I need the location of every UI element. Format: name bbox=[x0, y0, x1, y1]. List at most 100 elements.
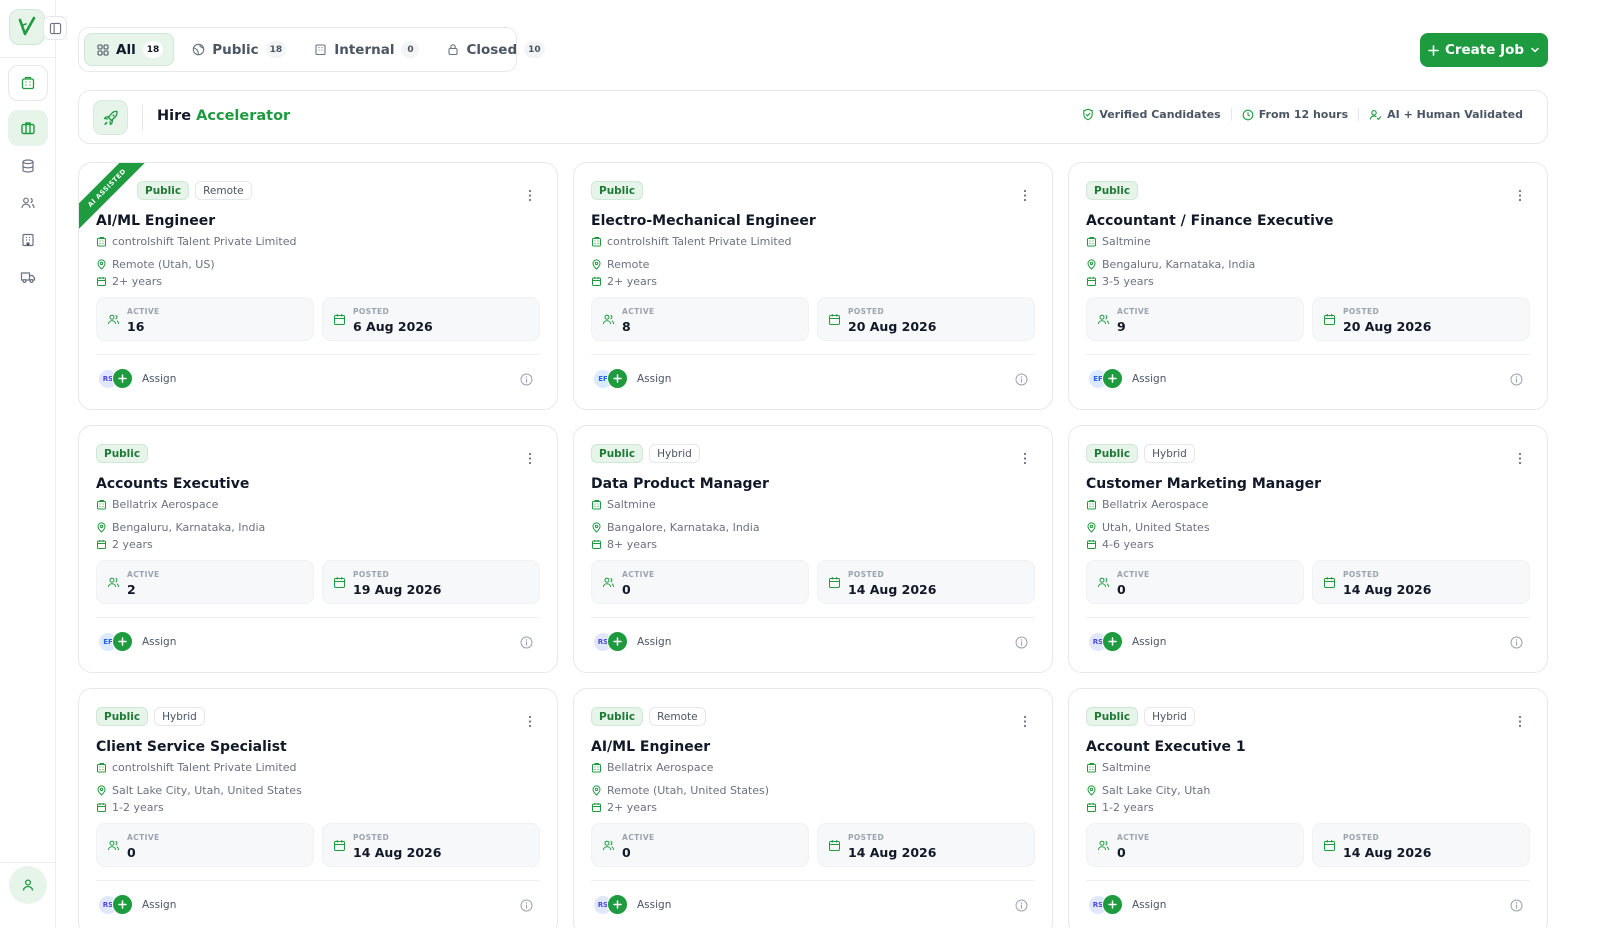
sidebar-toggle-button[interactable] bbox=[43, 16, 67, 40]
job-menu-button[interactable] bbox=[1513, 713, 1527, 729]
assign-add-button[interactable] bbox=[112, 894, 133, 915]
job-title[interactable]: Data Product Manager bbox=[591, 476, 769, 492]
tab-internal[interactable]: Internal 0 bbox=[302, 33, 429, 66]
info-icon bbox=[520, 636, 533, 649]
job-menu-button[interactable] bbox=[1018, 713, 1032, 729]
assign-label[interactable]: Assign bbox=[142, 899, 176, 911]
truck-icon bbox=[20, 272, 36, 284]
info-button[interactable] bbox=[1015, 371, 1028, 390]
job-title[interactable]: Account Executive 1 bbox=[1086, 739, 1246, 755]
job-title[interactable]: Electro-Mechanical Engineer bbox=[591, 213, 816, 229]
job-card[interactable]: Public Hybrid Customer Marketing Manager … bbox=[1068, 425, 1548, 673]
posted-label: POSTED bbox=[848, 570, 885, 579]
active-candidates-stat[interactable]: ACTIVE 0 bbox=[1086, 823, 1304, 867]
posted-label: POSTED bbox=[1343, 833, 1380, 842]
assign-add-button[interactable] bbox=[1102, 368, 1123, 389]
job-card[interactable]: Public Accounts Executive Bellatrix Aero… bbox=[78, 425, 558, 673]
work-mode-badge: Hybrid bbox=[649, 444, 700, 463]
job-card[interactable]: Public Accountant / Finance Executive Sa… bbox=[1068, 162, 1548, 410]
job-title[interactable]: AI/ML Engineer bbox=[591, 739, 710, 755]
active-candidates-stat[interactable]: ACTIVE 0 bbox=[591, 823, 809, 867]
info-button[interactable] bbox=[1510, 371, 1523, 390]
job-menu-button[interactable] bbox=[523, 187, 537, 203]
map-pin-icon bbox=[1087, 259, 1096, 270]
assign-label[interactable]: Assign bbox=[142, 373, 176, 385]
company-name: Saltmine bbox=[1102, 235, 1151, 248]
active-candidates-stat[interactable]: ACTIVE 0 bbox=[96, 823, 314, 867]
assign-add-button[interactable] bbox=[1102, 894, 1123, 915]
job-menu-button[interactable] bbox=[1513, 450, 1527, 466]
job-title[interactable]: Client Service Specialist bbox=[96, 739, 287, 755]
create-job-button[interactable]: Create Job bbox=[1420, 33, 1548, 67]
active-candidates-stat[interactable]: ACTIVE 8 bbox=[591, 297, 809, 341]
job-title[interactable]: Accountant / Finance Executive bbox=[1086, 213, 1334, 229]
company-name: Bellatrix Aerospace bbox=[607, 761, 714, 774]
posted-date: 6 Aug 2026 bbox=[353, 319, 433, 334]
calendar-icon bbox=[97, 277, 106, 286]
assign-add-button[interactable] bbox=[607, 631, 628, 652]
job-card[interactable]: AI ASSISTED Public Remote AI/ML Engineer … bbox=[78, 162, 558, 410]
job-card[interactable]: Public Hybrid Data Product Manager Saltmi… bbox=[573, 425, 1053, 673]
sidebar-item-database[interactable] bbox=[8, 148, 48, 184]
assign-label[interactable]: Assign bbox=[1132, 636, 1166, 648]
active-candidates-stat[interactable]: ACTIVE 0 bbox=[1086, 560, 1304, 604]
assign-add-button[interactable] bbox=[112, 631, 133, 652]
map-pin-icon bbox=[1087, 785, 1096, 796]
assign-label[interactable]: Assign bbox=[637, 636, 671, 648]
job-card[interactable]: Public Hybrid Account Executive 1 Saltmin… bbox=[1068, 688, 1548, 928]
accelerator-title: Hire Accelerator bbox=[157, 108, 290, 124]
sidebar-item-delivery[interactable] bbox=[8, 259, 48, 295]
feature-validated: AI + Human Validated bbox=[1358, 108, 1533, 121]
assign-add-button[interactable] bbox=[607, 368, 628, 389]
sidebar-item-offices[interactable] bbox=[8, 222, 48, 258]
info-button[interactable] bbox=[1510, 634, 1523, 653]
job-menu-button[interactable] bbox=[523, 450, 537, 466]
assign-add-button[interactable] bbox=[112, 368, 133, 389]
job-menu-button[interactable] bbox=[1513, 187, 1527, 203]
sidebar-item-company[interactable] bbox=[8, 65, 48, 101]
sidebar-item-jobs[interactable] bbox=[8, 110, 48, 146]
job-menu-button[interactable] bbox=[1018, 187, 1032, 203]
tab-closed[interactable]: Closed 10 bbox=[435, 33, 554, 66]
info-button[interactable] bbox=[520, 897, 533, 916]
assign-label[interactable]: Assign bbox=[1132, 373, 1166, 385]
job-title[interactable]: AI/ML Engineer bbox=[96, 213, 215, 229]
active-candidates-stat[interactable]: ACTIVE 2 bbox=[96, 560, 314, 604]
location-text: Bangalore, Karnataka, India bbox=[607, 521, 760, 534]
job-menu-button[interactable] bbox=[523, 713, 537, 729]
active-candidates-stat[interactable]: ACTIVE 9 bbox=[1086, 297, 1304, 341]
tab-public[interactable]: Public 18 bbox=[180, 33, 296, 66]
profile-button[interactable] bbox=[9, 866, 47, 904]
company-name: controlshift Talent Private Limited bbox=[112, 235, 297, 248]
calendar-icon bbox=[829, 314, 840, 325]
info-button[interactable] bbox=[1015, 897, 1028, 916]
visibility-badge: Public bbox=[591, 707, 644, 726]
job-company: Bellatrix Aerospace bbox=[591, 761, 713, 774]
job-company: Saltmine bbox=[1086, 235, 1151, 248]
job-badges: Public Remote bbox=[591, 707, 706, 726]
sidebar-item-people[interactable] bbox=[8, 185, 48, 221]
info-button[interactable] bbox=[520, 371, 533, 390]
info-button[interactable] bbox=[1510, 897, 1523, 916]
job-card[interactable]: Public Hybrid Client Service Specialist c… bbox=[78, 688, 558, 928]
job-card[interactable]: Public Electro-Mechanical Engineer contr… bbox=[573, 162, 1053, 410]
hire-accelerator-banner[interactable]: Hire Accelerator Verified Candidates Fro… bbox=[78, 90, 1548, 144]
tab-all[interactable]: All 18 bbox=[84, 33, 175, 66]
assign-label[interactable]: Assign bbox=[637, 373, 671, 385]
assign-label[interactable]: Assign bbox=[142, 636, 176, 648]
posted-date: 14 Aug 2026 bbox=[1343, 582, 1432, 597]
job-title[interactable]: Customer Marketing Manager bbox=[1086, 476, 1321, 492]
job-menu-button[interactable] bbox=[1018, 450, 1032, 466]
info-button[interactable] bbox=[520, 634, 533, 653]
job-card[interactable]: Public Remote AI/ML Engineer Bellatrix Ae… bbox=[573, 688, 1053, 928]
assign-label[interactable]: Assign bbox=[1132, 899, 1166, 911]
job-title[interactable]: Accounts Executive bbox=[96, 476, 249, 492]
job-experience: 2 years bbox=[96, 538, 153, 551]
assign-add-button[interactable] bbox=[1102, 631, 1123, 652]
assign-label[interactable]: Assign bbox=[637, 899, 671, 911]
info-button[interactable] bbox=[1015, 634, 1028, 653]
app-logo[interactable] bbox=[9, 9, 45, 45]
active-candidates-stat[interactable]: ACTIVE 16 bbox=[96, 297, 314, 341]
active-candidates-stat[interactable]: ACTIVE 0 bbox=[591, 560, 809, 604]
assign-add-button[interactable] bbox=[607, 894, 628, 915]
